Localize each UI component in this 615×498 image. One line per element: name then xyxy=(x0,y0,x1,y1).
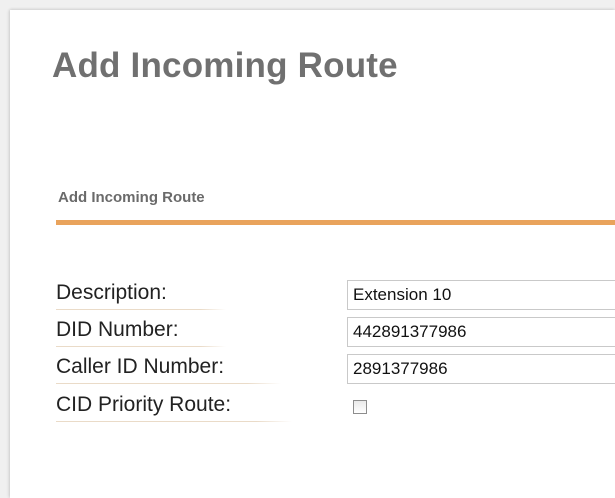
did-number-input[interactable] xyxy=(347,317,615,347)
caller-id-number-label: Caller ID Number: xyxy=(56,355,225,378)
caller-id-number-input[interactable] xyxy=(347,354,615,384)
cid-priority-route-row: CID Priority Route: xyxy=(56,386,615,422)
description-label-underline xyxy=(56,309,226,310)
did-number-label: DID Number: xyxy=(56,318,179,341)
description-input[interactable] xyxy=(347,280,615,310)
did-number-label-underline xyxy=(56,346,226,347)
caller-id-number-label-underline xyxy=(56,383,281,384)
caller-id-number-row: Caller ID Number: xyxy=(56,348,615,384)
description-row: Description: xyxy=(56,274,615,310)
did-number-row: DID Number: xyxy=(56,311,615,347)
cid-priority-route-label: CID Priority Route: xyxy=(56,393,232,416)
page-title: Add Incoming Route xyxy=(52,46,398,85)
cid-priority-route-label-underline xyxy=(56,421,292,422)
description-label: Description: xyxy=(56,281,167,304)
page-panel: Add Incoming Route Add Incoming Route De… xyxy=(10,10,615,498)
cid-priority-route-checkbox[interactable] xyxy=(353,400,367,414)
section-title: Add Incoming Route xyxy=(58,189,205,206)
section-divider xyxy=(56,220,615,225)
